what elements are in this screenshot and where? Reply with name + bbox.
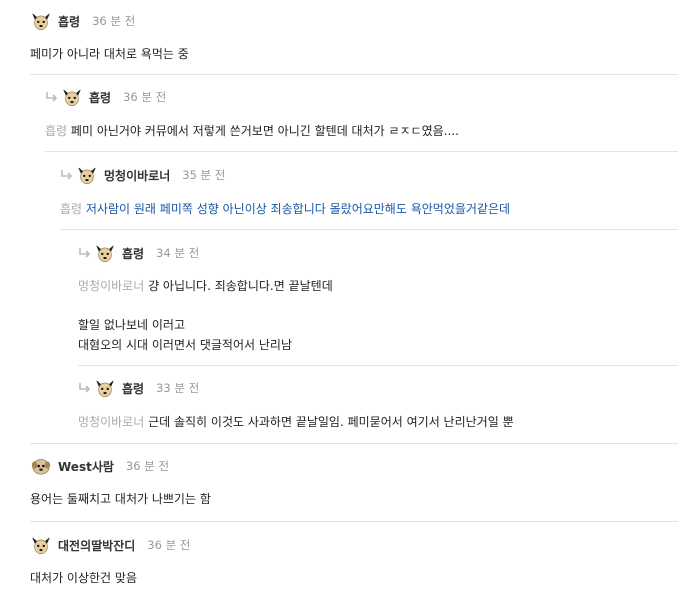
dog-avatar-icon[interactable]: [30, 534, 52, 556]
reply-arrow-icon: [46, 92, 58, 102]
comment-header: 흡령 36 분 전: [30, 9, 135, 33]
timestamp: 33 분 전: [156, 381, 200, 395]
comment-divider: [78, 365, 678, 366]
timestamp: 36 분 전: [147, 538, 191, 552]
username[interactable]: 흡령: [122, 380, 144, 397]
puppy-avatar-icon[interactable]: [30, 455, 52, 477]
timestamp: 35 분 전: [182, 168, 226, 182]
comment-text: 용어는 둘째치고 대처가 나쁘기는 함: [30, 492, 211, 506]
comment-header: 흡령 34 분 전: [78, 241, 199, 265]
timestamp: 36 분 전: [92, 14, 136, 28]
comment-text-line: 대혐오의 시대 이러면서 댓글적어서 난리남: [78, 338, 292, 352]
comment-text-body: 저사람이 원래 페미쪽 성향 아닌이상 죄송합니다 몰랐어요만해도 욕안먹었을거…: [85, 202, 511, 216]
comment-header: 흡령 36 분 전: [45, 85, 166, 109]
username[interactable]: 흡령: [122, 245, 144, 262]
username[interactable]: West사람: [58, 458, 114, 475]
dog-avatar-icon[interactable]: [94, 377, 116, 399]
comment-header: 흡령 33 분 전: [78, 376, 199, 400]
reply-arrow-icon: [79, 248, 91, 258]
comment-text-body: 걍 아닙니다. 죄송합니다.면 끝날텐데: [148, 279, 333, 293]
comment-divider: [30, 74, 678, 75]
mention[interactable]: 흡령: [45, 124, 67, 138]
comment-text: 흡령 저사람이 원래 페미쪽 성향 아닌이상 죄송합니다 몰랐어요만해도 욕안먹…: [60, 200, 510, 218]
comment-text: 흡령 페미 아닌거야 커뮤에서 저렇게 쓴거보면 아니긴 할텐데 대처가 ㄹㅈㄷ…: [45, 122, 459, 140]
comment-header: 멍청이바로너 35 분 전: [60, 163, 225, 187]
reply-arrow-icon: [79, 383, 91, 393]
mention[interactable]: 흡령: [60, 202, 82, 216]
timestamp: 36 분 전: [123, 90, 167, 104]
comment-text-body: 근데 솔직히 이것도 사과하면 끝날일임. 페미묻어서 여기서 난리난거일 뿐: [148, 415, 514, 429]
timestamp: 34 분 전: [156, 246, 200, 260]
comment-divider: [60, 229, 678, 230]
comment-text-body: 페미 아닌거야 커뮤에서 저렇게 쓴거보면 아니긴 할텐데 대처가 ㄹㅈㄷ였음.…: [70, 124, 459, 138]
comment-text: 멍청이바로너 근데 솔직히 이것도 사과하면 끝날일임. 페미묻어서 여기서 난…: [78, 413, 514, 431]
dog-avatar-icon[interactable]: [61, 86, 83, 108]
username[interactable]: 멍청이바로너: [104, 167, 170, 184]
username[interactable]: 흡령: [89, 89, 111, 106]
comment-text: 대처가 이상한건 맞음: [30, 571, 137, 585]
dog-avatar-icon[interactable]: [30, 10, 52, 32]
dog-avatar-icon[interactable]: [94, 242, 116, 264]
username[interactable]: 대전의딸박잔디: [58, 537, 135, 554]
timestamp: 36 분 전: [125, 459, 170, 473]
comment-text-line: 할일 없나보네 이러고: [78, 318, 185, 332]
comment-header: 대전의딸박잔디 36 분 전: [30, 533, 190, 557]
comment-divider: [30, 521, 678, 522]
comment-text: 페미가 아니라 대처로 욕먹는 중: [30, 47, 189, 61]
comment-divider: [30, 443, 678, 444]
dog-avatar-icon[interactable]: [76, 164, 98, 186]
comment-divider: [45, 151, 678, 152]
comment-text: 멍청이바로너 걍 아닙니다. 죄송합니다.면 끝날텐데: [78, 277, 333, 295]
mention[interactable]: 멍청이바로너: [78, 415, 144, 429]
comment-thread: { "comments": [ {"nick":"흡령","time":"36 …: [0, 0, 678, 596]
mention[interactable]: 멍청이바로너: [78, 279, 144, 293]
comment-header: West사람 36 분 전: [30, 454, 169, 478]
reply-arrow-icon: [61, 170, 73, 180]
username[interactable]: 흡령: [58, 13, 80, 30]
